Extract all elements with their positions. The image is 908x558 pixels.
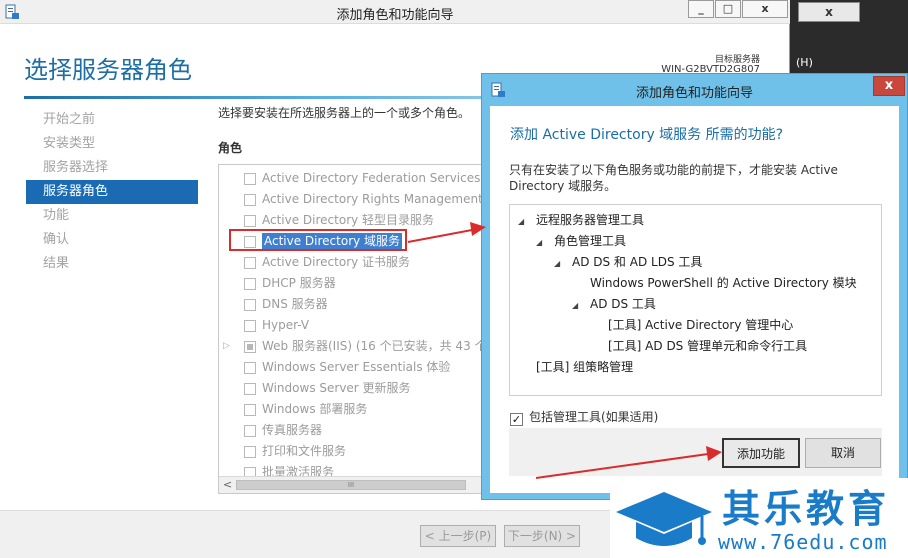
role-checkbox[interactable] [244, 215, 256, 227]
step-before-you-begin[interactable]: 开始之前 [26, 108, 198, 132]
collapse-triangle-icon[interactable]: ◢ [536, 238, 546, 247]
main-titlebar: 添加角色和功能向导 _ □ x [0, 0, 790, 24]
tree-node[interactable]: [工具] 组策略管理 [536, 358, 633, 375]
role-item[interactable]: Active Directory Federation Services [219, 168, 487, 189]
wizard-steps: 开始之前 安装类型 服务器选择 服务器角色 功能 确认 结果 [26, 108, 198, 276]
tree-node[interactable]: ◢ 角色管理工具 [536, 232, 626, 249]
role-item[interactable]: Active Directory 证书服务 [219, 252, 487, 273]
watermark: 其乐教育 www.76edu.com [610, 478, 908, 558]
tree-node[interactable]: [工具] AD DS 管理单元和命令行工具 [608, 337, 807, 354]
scroll-left-icon[interactable]: < [223, 478, 232, 491]
annotation-highlight-box [229, 229, 407, 251]
tree-node[interactable]: ◢ AD DS 和 AD LDS 工具 [554, 253, 702, 270]
step-installation-type[interactable]: 安装类型 [26, 132, 198, 156]
include-tools-checkbox[interactable]: ✓ [510, 413, 523, 426]
step-server-roles[interactable]: 服务器角色 [26, 180, 198, 204]
add-features-button[interactable]: 添加功能 [722, 438, 800, 468]
collapse-triangle-icon[interactable]: ◢ [572, 301, 582, 310]
previous-button[interactable]: < 上一步(P) [420, 525, 496, 547]
minimize-button[interactable]: _ [688, 0, 714, 18]
collapse-triangle-icon[interactable]: ◢ [518, 217, 528, 226]
main-window-title: 添加角色和功能向导 [336, 8, 454, 23]
background-menu-hint: (H) [796, 56, 813, 69]
role-item[interactable]: DHCP 服务器 [219, 273, 487, 294]
role-item-web-server[interactable]: ▷ Web 服务器(IIS) (16 个已安装，共 43 个 [219, 336, 487, 357]
role-item[interactable]: Active Directory Rights Management S [219, 189, 487, 210]
role-item[interactable]: 传真服务器 [219, 420, 487, 441]
dialog-title: 添加角色和功能向导 [635, 86, 753, 101]
role-item[interactable]: Hyper-V [219, 315, 487, 336]
include-tools-label: 包括管理工具(如果适用) [529, 410, 659, 424]
role-item[interactable]: 打印和文件服务 [219, 441, 487, 462]
dialog-description: 只有在安装了以下角色服务或功能的前提下，才能安装 Active Director… [509, 163, 838, 193]
watermark-url: www.76edu.com [718, 530, 888, 554]
maximize-button[interactable]: □ [715, 0, 741, 18]
window-controls: _ □ x [687, 0, 788, 18]
step-results[interactable]: 结果 [26, 252, 198, 276]
step-confirmation[interactable]: 确认 [26, 228, 198, 252]
role-item[interactable]: Active Directory 轻型目录服务 [219, 210, 487, 231]
background-close-button[interactable]: x [798, 2, 860, 22]
role-item[interactable]: DNS 服务器 [219, 294, 487, 315]
close-button[interactable]: x [742, 0, 788, 18]
add-features-dialog: 添加角色和功能向导 x 添加 Active Directory 域服务 所需的功… [481, 73, 908, 500]
dialog-body: 添加 Active Directory 域服务 所需的功能? 只有在安装了以下角… [490, 106, 899, 493]
scroll-thumb[interactable]: III [236, 480, 466, 490]
required-features-tree[interactable]: ◢ 远程服务器管理工具 ◢ 角色管理工具 ◢ AD DS 和 AD LDS 工具 Wi… [509, 204, 882, 396]
next-button[interactable]: 下一步(N) > [504, 525, 580, 547]
role-checkbox[interactable] [244, 383, 256, 395]
role-checkbox[interactable] [244, 425, 256, 437]
role-checkbox[interactable] [244, 341, 256, 353]
watermark-brand: 其乐教育 [722, 487, 891, 531]
dialog-heading: 添加 Active Directory 域服务 所需的功能? [510, 127, 784, 143]
role-item[interactable]: Windows 部署服务 [219, 399, 487, 420]
role-checkbox[interactable] [244, 446, 256, 458]
dialog-button-bar: 添加功能 取消 [509, 428, 882, 476]
step-features[interactable]: 功能 [26, 204, 198, 228]
tree-node[interactable]: ◢ AD DS 工具 [572, 295, 656, 312]
role-checkbox[interactable] [244, 278, 256, 290]
page-title: 选择服务器角色 [24, 56, 192, 84]
collapse-triangle-icon[interactable]: ◢ [554, 259, 564, 268]
expand-arrow-icon[interactable]: ▷ [223, 336, 230, 357]
cancel-button[interactable]: 取消 [805, 438, 881, 468]
roles-list[interactable]: Active Directory Federation Services Act… [218, 164, 488, 494]
tree-node[interactable]: Windows PowerShell 的 Active Directory 模块 [590, 274, 857, 291]
dialog-titlebar: 添加角色和功能向导 x [482, 74, 907, 104]
roles-content: 选择要安装在所选服务器上的一个或多个角色。 角色 Active Director… [218, 104, 488, 494]
role-checkbox[interactable] [244, 173, 256, 185]
dialog-close-button[interactable]: x [873, 76, 905, 96]
include-tools-option[interactable]: ✓ 包括管理工具(如果适用) [510, 408, 658, 426]
role-checkbox[interactable] [244, 257, 256, 269]
role-item[interactable]: Windows Server Essentials 体验 [219, 357, 487, 378]
role-checkbox[interactable] [244, 362, 256, 374]
role-checkbox[interactable] [244, 320, 256, 332]
role-checkbox[interactable] [244, 194, 256, 206]
tree-node[interactable]: [工具] Active Directory 管理中心 [608, 316, 793, 333]
step-server-selection[interactable]: 服务器选择 [26, 156, 198, 180]
role-checkbox[interactable] [244, 404, 256, 416]
role-item[interactable]: Windows Server 更新服务 [219, 378, 487, 399]
graduation-cap-icon [616, 492, 712, 546]
roles-instruction: 选择要安装在所选服务器上的一个或多个角色。 [218, 106, 471, 120]
horizontal-scrollbar[interactable]: < III [219, 476, 487, 493]
role-checkbox[interactable] [244, 299, 256, 311]
roles-header: 角色 [218, 141, 243, 155]
tree-node[interactable]: ◢ 远程服务器管理工具 [518, 211, 644, 228]
